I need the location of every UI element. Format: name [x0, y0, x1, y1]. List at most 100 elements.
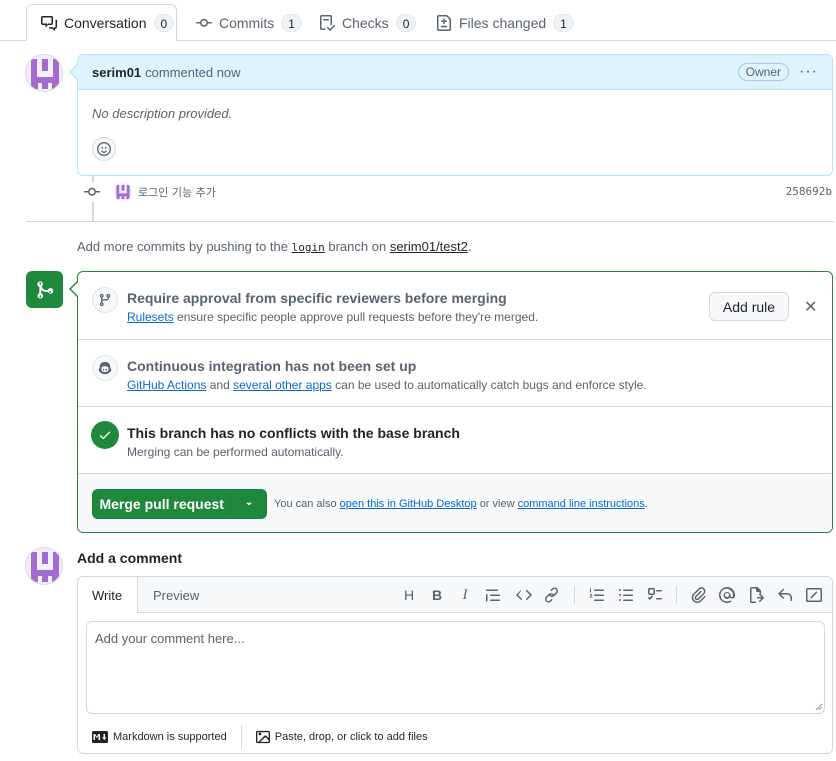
quote-icon[interactable] — [484, 586, 502, 604]
github-actions-link[interactable]: GitHub Actions — [127, 378, 206, 392]
git-merge-status-icon — [26, 271, 63, 308]
merge-options-dropdown[interactable] — [231, 499, 266, 509]
copilot-icon — [92, 355, 118, 381]
ci-subtitle: GitHub Actions and several other apps ca… — [127, 378, 647, 392]
attach-files-button[interactable]: Paste, drop, or click to add files — [255, 730, 428, 744]
commit-node-icon — [84, 182, 100, 202]
branch-name-link[interactable]: login — [292, 241, 325, 254]
commit-author-avatar[interactable] — [114, 183, 132, 201]
tab-checks[interactable]: Checks 0 — [305, 4, 430, 41]
merge-pull-request-button[interactable]: Merge pull request — [92, 489, 267, 519]
tab-preview[interactable]: Preview — [139, 577, 213, 613]
owner-badge: Owner — [737, 63, 790, 81]
conflict-title: This branch has no conflicts with the ba… — [127, 425, 460, 441]
markdown-hint[interactable]: Markdown is supported — [92, 731, 227, 743]
rulesets-title: Require approval from specific reviewers… — [127, 290, 507, 306]
paperclip-icon[interactable] — [690, 586, 708, 604]
resize-handle-icon[interactable] — [815, 703, 823, 711]
cross-reference-icon[interactable] — [747, 586, 765, 604]
comment-caret-inner — [71, 65, 78, 79]
slash-commands-icon[interactable] — [805, 586, 823, 604]
merge-hint-suffix: . — [644, 498, 648, 510]
merge-footer: Merge pull request You can also open thi… — [78, 474, 832, 532]
add-comment-heading: Add a comment — [77, 550, 183, 566]
rulesets-subtitle: Rulesets ensure specific people approve … — [127, 310, 538, 324]
pr-description-comment: serim01 commented now Owner ··· No descr… — [77, 54, 833, 176]
heading-icon[interactable]: H — [400, 586, 418, 604]
bold-icon[interactable]: B — [428, 586, 446, 604]
markdown-icon — [92, 731, 108, 743]
conversation-icon — [41, 15, 57, 31]
rulesets-subtitle-text: ensure specific people approve pull requ… — [177, 310, 539, 324]
code-icon[interactable] — [515, 586, 533, 604]
commit-sha[interactable]: 258692b — [786, 185, 832, 198]
merge-hint: You can also open this in GitHub Desktop… — [274, 498, 648, 510]
avatar[interactable] — [25, 54, 63, 92]
push-hint: Add more commits by pushing to the login… — [77, 239, 472, 254]
check-circle-icon — [91, 421, 119, 449]
tab-files-changed-label: Files changed — [459, 14, 547, 31]
reply-icon[interactable] — [776, 586, 794, 604]
tab-conversation-label: Conversation — [64, 14, 147, 31]
tab-commits-count: 1 — [281, 13, 302, 32]
tab-conversation[interactable]: Conversation 0 — [26, 4, 177, 41]
push-hint-prefix: Add more commits by pushing to the — [77, 239, 288, 254]
tab-checks-count: 0 — [395, 13, 417, 32]
tab-conversation-count: 0 — [153, 13, 174, 32]
timeline-separator — [26, 221, 834, 222]
tab-commits[interactable]: Commits 1 — [182, 4, 316, 41]
editor-footer: Markdown is supported Paste, drop, or cl… — [92, 725, 822, 749]
ci-section: Continuous integration has not been set … — [78, 340, 832, 407]
toolbar-divider — [574, 586, 575, 604]
comment-body: No description provided. — [92, 106, 233, 121]
task-list-icon[interactable] — [646, 586, 664, 604]
tab-write[interactable]: Write — [78, 577, 138, 613]
ordered-list-icon[interactable] — [588, 586, 606, 604]
command-line-instructions-link[interactable]: command line instructions — [518, 498, 645, 510]
avatar[interactable] — [25, 547, 63, 585]
repo-link[interactable]: serim01/test2 — [390, 239, 468, 254]
add-rule-button[interactable]: Add rule — [709, 292, 789, 321]
tab-checks-label: Checks — [342, 14, 389, 31]
conflict-section: This branch has no conflicts with the ba… — [78, 407, 832, 474]
push-hint-middle: branch on — [328, 239, 387, 254]
rulesets-link[interactable]: Rulesets — [127, 310, 174, 324]
unordered-list-icon[interactable] — [617, 586, 635, 604]
merge-box: Require approval from specific reviewers… — [77, 271, 833, 533]
commit-message[interactable]: 로그인 기능 추가 — [138, 184, 216, 200]
tab-files-changed[interactable]: Files changed 1 — [422, 4, 588, 41]
comment-timestamp[interactable]: commented now — [145, 65, 240, 80]
merge-box-caret-inner — [71, 282, 78, 296]
close-icon[interactable]: ✕ — [804, 297, 817, 317]
ci-subtitle-text: can be used to automatically catch bugs … — [335, 378, 647, 392]
comment-header: serim01 commented now Owner ··· — [78, 55, 832, 90]
mention-icon[interactable] — [718, 586, 736, 604]
add-reaction-button[interactable] — [92, 137, 116, 161]
comment-textarea[interactable]: Add your comment here... — [86, 621, 825, 714]
rulesets-section: Require approval from specific reviewers… — [78, 272, 832, 340]
file-diff-icon — [436, 14, 452, 31]
timeline-commit: 로그인 기능 추가 258692b — [84, 181, 834, 203]
checklist-icon — [319, 14, 335, 31]
tab-files-changed-count: 1 — [553, 13, 574, 32]
merge-hint-middle: or view — [479, 498, 515, 510]
smiley-icon — [97, 142, 111, 156]
link-icon[interactable] — [543, 586, 561, 604]
toolbar-divider — [676, 586, 677, 604]
italic-icon[interactable]: I — [456, 586, 474, 604]
merge-button-label[interactable]: Merge pull request — [93, 496, 230, 512]
merge-hint-prefix: You can also — [274, 498, 337, 510]
merge-button-divider — [230, 489, 232, 519]
comment-author[interactable]: serim01 — [92, 65, 141, 80]
ci-and: and — [209, 378, 230, 392]
attach-files-label: Paste, drop, or click to add files — [274, 731, 428, 743]
push-hint-suffix: . — [467, 239, 472, 254]
editor-tabs: Write Preview H B I — [78, 577, 832, 613]
other-apps-link[interactable]: several other apps — [233, 378, 332, 392]
kebab-menu-icon[interactable]: ··· — [799, 63, 818, 81]
conflict-subtitle: Merging can be performed automatically. — [127, 445, 344, 459]
git-branch-icon — [92, 287, 118, 313]
open-github-desktop-link[interactable]: open this in GitHub Desktop — [340, 498, 477, 510]
pr-tabs: Conversation 0 Commits 1 Checks 0 Files … — [0, 0, 836, 41]
commit-icon — [196, 15, 212, 31]
